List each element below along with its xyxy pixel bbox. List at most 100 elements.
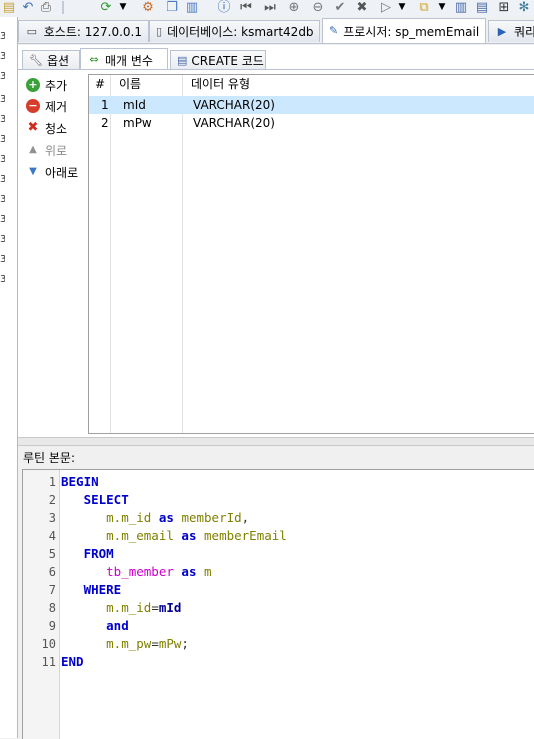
- gutter-row-number: 3: [0, 174, 5, 185]
- export-icon[interactable]: ⧉: [416, 0, 432, 15]
- tab-database[interactable]: ▯ 데이터베이스: ksmart42db: [149, 20, 320, 42]
- tab-query[interactable]: ▶ 쿼리: [488, 20, 534, 42]
- move-down-button[interactable]: ▼ 아래로: [26, 163, 78, 181]
- gutter-row-number: 3: [0, 254, 5, 265]
- tab-query-label: 쿼리: [514, 25, 534, 39]
- add-icon[interactable]: ⊕: [286, 0, 302, 15]
- undo-icon[interactable]: ↶: [20, 0, 36, 15]
- confirm-icon[interactable]: ✔: [332, 0, 348, 15]
- tab-parameters-label: 매개 변수: [105, 53, 153, 68]
- gutter-row-number: 3: [0, 194, 5, 205]
- plus-icon: +: [26, 78, 40, 92]
- tab-parameters[interactable]: ⇔ 매개 변수: [80, 48, 168, 71]
- refresh-icon[interactable]: ⟳: [98, 0, 114, 15]
- move-up-button[interactable]: ▲ 위로: [26, 141, 67, 159]
- last-record-icon[interactable]: ⏭: [262, 0, 278, 15]
- keyword-token: BEGIN: [61, 474, 99, 489]
- param-type-cell[interactable]: VARCHAR(20): [193, 96, 275, 114]
- line-number: 5: [48, 547, 56, 561]
- delete-icon[interactable]: ⊖: [310, 0, 326, 15]
- row-num: 1: [101, 98, 109, 112]
- line-number: 11: [41, 655, 56, 669]
- save-icon[interactable]: ▥: [184, 0, 200, 15]
- tab-options[interactable]: 🔧︎ 옵션: [22, 50, 80, 70]
- panel-splitter[interactable]: [18, 437, 534, 446]
- code-line: m.m_id=mId: [61, 599, 181, 617]
- export-menu-icon[interactable]: ▼: [436, 0, 448, 15]
- toolbar-separator: [62, 1, 64, 14]
- file-icon[interactable]: ▤: [474, 0, 490, 15]
- code-line: WHERE: [61, 581, 122, 599]
- keyword-token: WHERE: [83, 582, 122, 597]
- first-record-icon[interactable]: ⏮: [238, 0, 254, 15]
- schema-icon[interactable]: ⚙: [140, 0, 156, 15]
- gutter-row-number: 3: [0, 154, 5, 165]
- document-icon[interactable]: ▤: [1, 0, 17, 15]
- gutter-row-number: 3: [0, 214, 5, 225]
- copy-icon[interactable]: ❐: [164, 0, 180, 15]
- procedure-subtabs: 🔧︎ 옵션 ⇔ 매개 변수 ▤ CREATE 코드: [18, 45, 534, 71]
- routine-body-editor[interactable]: 1 2 3 4 5 6 7 8 9 10 11 BEGIN SELECT m.m…: [22, 469, 534, 739]
- operator-token: =: [151, 636, 159, 651]
- play-icon: ▶: [497, 24, 507, 38]
- run-menu-icon[interactable]: ▼: [396, 0, 408, 15]
- parameters-panel: + 추가 − 제거 ✖ 청소 ▲ 위로 ▼ 아래로 # 이름 데이터 유형 1 …: [18, 69, 534, 438]
- header-num[interactable]: #: [89, 75, 111, 93]
- gutter-row-number: 3: [0, 234, 5, 245]
- tab-host[interactable]: ▭ 호스트: 127.0.0.1: [18, 20, 149, 42]
- parameters-icon: ⇔: [89, 53, 99, 66]
- code-line: m.m_email as memberEmail: [61, 527, 287, 545]
- add-parameter-button[interactable]: + 추가: [26, 76, 67, 94]
- operator-token: =: [151, 600, 159, 615]
- line-number: 3: [48, 511, 56, 525]
- identifier-token: m.m_pw: [106, 636, 152, 651]
- table-token: tb_member: [106, 564, 174, 579]
- parameter-token: mId: [158, 600, 182, 615]
- parameters-grid[interactable]: # 이름 데이터 유형 1 mId VARCHAR(20) 2 mPw VARC…: [88, 74, 534, 434]
- line-number: 9: [48, 619, 56, 633]
- chevron-down-icon[interactable]: ▼: [117, 0, 129, 15]
- code-line: SELECT: [61, 491, 129, 509]
- line-number: 2: [48, 493, 56, 507]
- cancel-icon[interactable]: ✖: [354, 0, 370, 15]
- table-row[interactable]: 2 mPw VARCHAR(20): [89, 114, 534, 132]
- line-number: 7: [48, 583, 56, 597]
- tab-create-code-label: CREATE 코드: [191, 54, 264, 68]
- identifier-token: m.m_id: [106, 510, 152, 525]
- lock-icon[interactable]: ⊞: [496, 0, 512, 15]
- header-name[interactable]: 이름: [113, 75, 183, 93]
- object-tabs: ▭ 호스트: 127.0.0.1 ▯ 데이터베이스: ksmart42db ✎ …: [18, 17, 534, 44]
- code-line: FROM: [61, 545, 114, 563]
- help-icon[interactable]: ⓘ: [216, 0, 232, 15]
- gutter-row-number: 3: [0, 274, 5, 285]
- wrench-icon: 🔧︎: [29, 53, 43, 67]
- param-name-cell[interactable]: mId: [123, 96, 146, 114]
- down-arrow-icon: ▼: [29, 166, 37, 177]
- tab-database-label: 데이터베이스: ksmart42db: [167, 25, 314, 39]
- tab-options-label: 옵션: [47, 54, 70, 68]
- tab-create-code[interactable]: ▤ CREATE 코드: [170, 50, 266, 70]
- line-number: 4: [48, 529, 56, 543]
- punctuation-token: ;: [181, 636, 189, 651]
- remove-parameter-button[interactable]: − 제거: [26, 97, 67, 115]
- move-down-label: 아래로: [45, 165, 79, 180]
- keyword-token: as: [181, 564, 197, 579]
- tools-icon[interactable]: ✻: [516, 0, 532, 15]
- code-line: tb_member as m: [61, 563, 211, 581]
- param-type-cell[interactable]: VARCHAR(20): [193, 114, 275, 132]
- line-number: 1: [48, 475, 56, 489]
- param-name-cell[interactable]: mPw: [123, 114, 152, 132]
- print-icon[interactable]: ⎙: [38, 0, 54, 15]
- code-line: and: [61, 617, 129, 635]
- save-all-icon[interactable]: ▥: [453, 0, 469, 15]
- up-arrow-icon: ▲: [29, 144, 37, 155]
- identifier-token: mPw: [158, 636, 182, 651]
- gutter-row-number: 3: [0, 114, 5, 125]
- clear-parameters-button[interactable]: ✖ 청소: [26, 119, 68, 137]
- tab-procedure[interactable]: ✎ 프로시저: sp_memEmail: [322, 18, 486, 43]
- run-icon[interactable]: ▷: [378, 0, 394, 15]
- table-row[interactable]: 1 mId VARCHAR(20): [89, 96, 534, 114]
- header-type[interactable]: 데이터 유형: [185, 75, 385, 93]
- code-line: m.m_id as memberId,: [61, 509, 249, 527]
- gutter-row-number: 3: [0, 134, 5, 145]
